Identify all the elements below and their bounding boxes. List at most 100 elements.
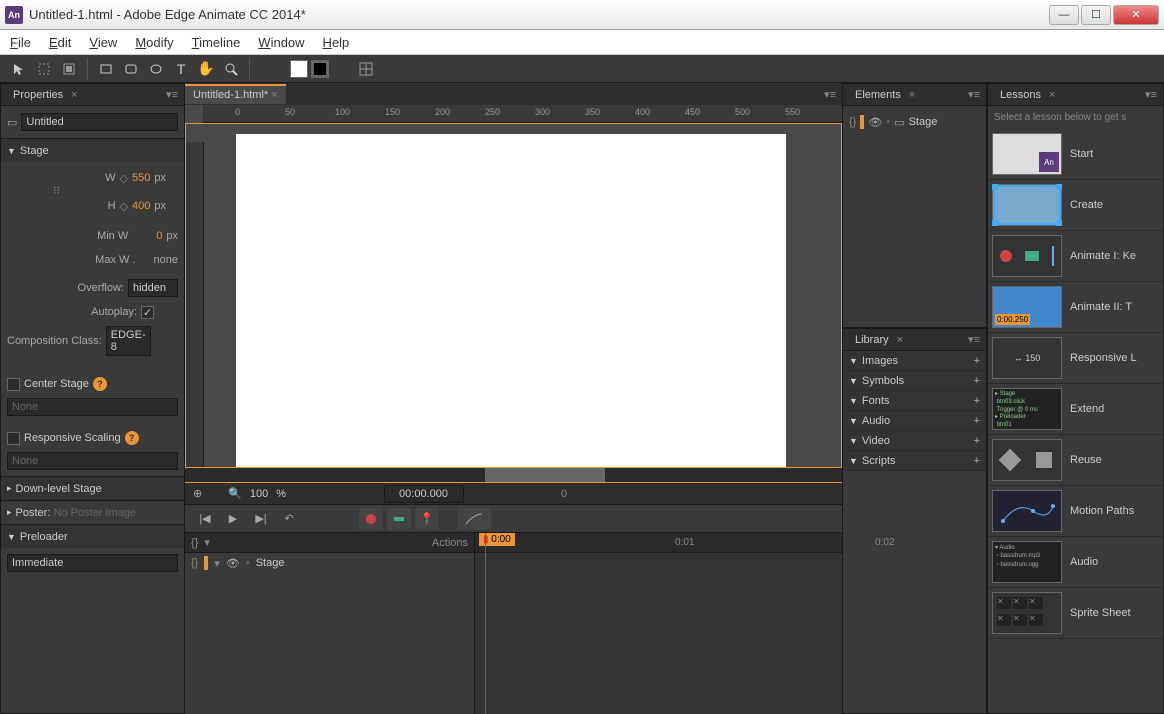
panel-menu-icon[interactable]: ▾≡ [1145, 88, 1157, 101]
width-value[interactable]: 550 [132, 172, 150, 184]
center-stage-checkbox[interactable] [7, 378, 20, 391]
hand-tool[interactable]: ✋ [195, 58, 217, 80]
close-icon[interactable]: × [909, 89, 915, 101]
library-section-fonts[interactable]: ▼Fonts+ [843, 391, 986, 411]
link-icon[interactable]: ◇ [120, 200, 128, 213]
menu-edit[interactable]: Edit [49, 35, 71, 50]
stage-viewport[interactable] [185, 123, 842, 468]
auto-keyframe-button[interactable] [359, 508, 383, 530]
add-icon[interactable]: + [974, 435, 980, 447]
help-icon[interactable]: ? [125, 431, 139, 445]
panel-menu-icon[interactable]: ▾≡ [818, 88, 842, 101]
scrollbar-horizontal[interactable] [185, 468, 842, 482]
layout-tool[interactable] [355, 58, 377, 80]
keyframe-marker-icon[interactable] [204, 556, 208, 570]
zoom-icon[interactable]: 🔍 [228, 487, 242, 500]
link-dimensions-icon[interactable]: ⁝⁝ [53, 184, 60, 197]
help-icon[interactable]: ? [93, 377, 107, 391]
visibility-icon[interactable]: 👁 [868, 116, 882, 129]
pin-button[interactable]: 📍 [415, 508, 439, 530]
stage-section-header[interactable]: ▼ Stage [1, 138, 184, 162]
close-icon[interactable]: × [71, 89, 77, 101]
properties-tab[interactable]: Properties [7, 86, 69, 104]
ellipse-tool[interactable] [145, 58, 167, 80]
loop-button[interactable]: ↶ [277, 508, 301, 530]
auto-transition-button[interactable] [387, 508, 411, 530]
lesson-item[interactable]: AnStart [988, 129, 1163, 180]
close-icon[interactable]: × [897, 334, 903, 346]
lesson-item[interactable]: ↔ 150Responsive L [988, 333, 1163, 384]
add-icon[interactable]: + [974, 395, 980, 407]
autoplay-checkbox[interactable]: ✓ [141, 306, 154, 319]
add-icon[interactable]: + [974, 355, 980, 367]
lesson-item[interactable]: Reuse [988, 435, 1163, 486]
text-tool[interactable]: T [170, 58, 192, 80]
link-icon[interactable]: ◇ [120, 172, 128, 185]
document-name-input[interactable] [21, 113, 178, 131]
close-icon[interactable]: × [271, 89, 277, 101]
lesson-item[interactable]: Motion Paths [988, 486, 1163, 537]
add-icon[interactable]: + [974, 415, 980, 427]
close-button[interactable]: ✕ [1113, 5, 1159, 25]
lock-icon[interactable]: • [246, 557, 250, 569]
visibility-icon[interactable]: 👁 [226, 557, 240, 570]
library-section-symbols[interactable]: ▼Symbols+ [843, 371, 986, 391]
lesson-item[interactable]: Create [988, 180, 1163, 231]
document-tab[interactable]: Untitled-1.html* × [185, 84, 286, 104]
menu-file[interactable]: File [10, 35, 31, 50]
lesson-item[interactable]: ✕✕✕✕✕✕Sprite Sheet [988, 588, 1163, 639]
close-icon[interactable]: × [1049, 89, 1055, 101]
library-section-scripts[interactable]: ▼Scripts+ [843, 451, 986, 471]
timeline-tracks[interactable]: ▮ 0:00 0:01 0:02 [475, 533, 842, 714]
library-section-images[interactable]: ▼Images+ [843, 351, 986, 371]
easing-button[interactable] [457, 508, 491, 530]
minimize-button[interactable]: — [1049, 5, 1079, 25]
minw-value[interactable]: 0 [156, 230, 162, 242]
menu-timeline[interactable]: Timeline [192, 35, 241, 50]
clip-tool[interactable] [58, 58, 80, 80]
zoom-tool[interactable] [220, 58, 242, 80]
element-row-stage[interactable]: {} 👁 • ▭ Stage [849, 112, 980, 132]
play-button[interactable]: ▶ [221, 508, 245, 530]
panel-menu-icon[interactable]: ▾≡ [968, 88, 980, 101]
menu-help[interactable]: Help [323, 35, 350, 50]
poster-section-header[interactable]: ▸ Poster: No Poster Image [1, 500, 184, 524]
panel-menu-icon[interactable]: ▾≡ [166, 88, 178, 101]
timeline-row-stage[interactable]: {} ▾ 👁 • Stage [185, 553, 474, 573]
time-display[interactable]: 00:00.000 [384, 485, 464, 503]
menu-view[interactable]: View [89, 35, 117, 50]
lesson-item[interactable]: ▾ Audio ▫ bassdrum.mp3 ▫ bassdrum.oggAud… [988, 537, 1163, 588]
library-section-video[interactable]: ▼Video+ [843, 431, 986, 451]
fill-color[interactable] [290, 60, 308, 78]
rectangle-tool[interactable] [95, 58, 117, 80]
downlevel-section-header[interactable]: ▸ Down-level Stage [1, 476, 184, 500]
library-section-audio[interactable]: ▼Audio+ [843, 411, 986, 431]
lesson-item[interactable]: ▸ Stage btn03.click Trigger @ 0 ms▸ Prel… [988, 384, 1163, 435]
maxw-value[interactable]: none [154, 254, 178, 266]
goto-end-button[interactable]: ▶| [249, 508, 273, 530]
add-icon[interactable]: + [974, 455, 980, 467]
rounded-rect-tool[interactable] [120, 58, 142, 80]
lesson-item[interactable]: Animate I: Ke [988, 231, 1163, 282]
preloader-section-header[interactable]: ▼ Preloader [1, 524, 184, 548]
filter-icon[interactable]: ▾ [204, 536, 210, 549]
center-stage-icon[interactable]: ⊕ [193, 487, 202, 500]
responsive-checkbox[interactable] [7, 432, 20, 445]
add-icon[interactable]: + [974, 375, 980, 387]
stage-canvas[interactable] [236, 134, 786, 468]
preloader-select[interactable] [7, 554, 178, 572]
elements-tab[interactable]: Elements [849, 86, 907, 104]
height-value[interactable]: 400 [132, 200, 150, 212]
playhead[interactable] [485, 533, 486, 714]
library-tab[interactable]: Library [849, 331, 895, 349]
comp-class-input[interactable]: EDGE-8 [106, 326, 151, 356]
lessons-tab[interactable]: Lessons [994, 86, 1047, 104]
selection-tool[interactable] [8, 58, 30, 80]
overflow-select[interactable]: hidden [128, 279, 178, 297]
transform-tool[interactable] [33, 58, 55, 80]
maximize-button[interactable]: ☐ [1081, 5, 1111, 25]
expand-icon[interactable]: ▾ [214, 557, 220, 570]
stroke-color[interactable] [311, 60, 329, 78]
menu-window[interactable]: Window [258, 35, 304, 50]
goto-start-button[interactable]: |◀ [193, 508, 217, 530]
